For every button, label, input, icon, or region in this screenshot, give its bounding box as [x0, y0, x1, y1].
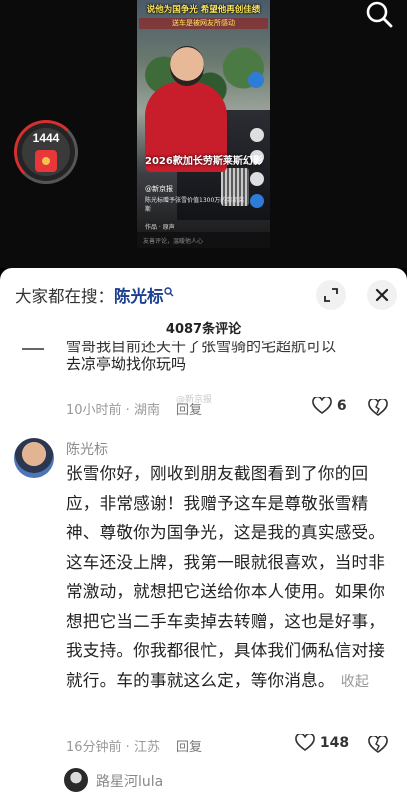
comment-sheet: 大家都在搜：陈光标 4087条评论 雪哥我目前还天千了张雪骑的宅超航可以 去凉亭…: [0, 268, 407, 800]
expand-icon: [324, 288, 338, 302]
search-suggestion-prefix: 大家都在搜：: [15, 287, 114, 306]
video-area[interactable]: 说他为国争光 希望他再创佳绩 送车是被网友所感动 2026款加长劳斯莱斯幻影 @…: [0, 0, 407, 268]
video-banner-top: 说他为国争光 希望他再创佳绩: [146, 5, 261, 15]
expand-button[interactable]: [316, 280, 346, 310]
video-person-head: [170, 46, 204, 86]
previous-comment-time: 10小时前: [66, 403, 122, 418]
video-favorite-icon[interactable]: [250, 172, 264, 186]
previous-comment-line-cut: 雪哥我目前还天千了张雪骑的宅超航可以: [66, 341, 337, 353]
close-button[interactable]: [367, 280, 397, 310]
dislike-icon[interactable]: [368, 736, 388, 754]
comment-text-content: 张雪你好，刚收到朋友截图看到了你的回应，非常感谢！我赠予这车是尊敬张雪精神、尊敬…: [66, 464, 386, 690]
next-comment-author[interactable]: 路星河lula: [96, 771, 163, 791]
video-overlay-title: 2026款加长劳斯莱斯幻影: [145, 156, 263, 167]
red-packet-widget[interactable]: 1444: [14, 120, 78, 184]
search-suggestion[interactable]: 大家都在搜：陈光标: [15, 283, 174, 307]
video-banner-sub: 送车是被网友所感动: [139, 18, 268, 29]
previous-comment-like-count: 6: [336, 398, 347, 414]
close-icon: [375, 288, 389, 302]
video-like-icon[interactable]: [250, 128, 264, 142]
video-author[interactable]: @新京报: [145, 184, 173, 194]
comment-meta: 16分钟前 · 江苏 回复: [66, 740, 202, 755]
small-search-icon: [163, 287, 173, 297]
heart-icon: [312, 397, 332, 414]
video-player[interactable]: 说他为国争光 希望他再创佳绩 送车是被网友所感动 2026款加长劳斯莱斯幻影 @…: [137, 0, 270, 248]
red-envelope-icon: [35, 150, 57, 172]
avatar[interactable]: [14, 438, 54, 478]
search-suggestion-keyword[interactable]: 陈光标: [114, 287, 164, 306]
dislike-icon[interactable]: [368, 399, 388, 417]
collapse-button[interactable]: 收起: [341, 674, 369, 690]
video-author-avatar-icon[interactable]: [248, 72, 264, 88]
comment-like-button[interactable]: 148: [295, 734, 349, 752]
comment-reply-button[interactable]: 回复: [176, 740, 202, 755]
reply-thread-line: [22, 348, 44, 350]
next-comment-avatar[interactable]: [64, 768, 88, 792]
previous-comment-text[interactable]: 雪哥我目前还天千了张雪骑的宅超航可以 去凉亭坳找你玩吗: [66, 341, 336, 376]
comment-count: 4087条评论: [165, 322, 242, 337]
comment-location: 江苏: [133, 740, 160, 755]
previous-comment-reply-button[interactable]: 回复: [176, 403, 202, 418]
previous-comment-line: 去凉亭坳找你玩吗: [66, 355, 187, 373]
comment-like-count: 148: [319, 735, 350, 751]
video-music[interactable]: 作品 · 原声: [145, 222, 175, 231]
heart-icon: [295, 734, 315, 751]
watermark-text: @新京报: [176, 395, 213, 405]
comment-author[interactable]: 陈光标: [66, 439, 108, 459]
video-comment-icon[interactable]: [250, 150, 264, 164]
video-share-icon[interactable]: [250, 194, 264, 208]
red-packet-count: 1444: [32, 131, 60, 145]
previous-comment-location: 湖南: [133, 403, 160, 418]
comment-time: 16分钟前: [66, 740, 122, 755]
previous-comment-like-button[interactable]: 6: [312, 397, 347, 415]
video-description: 陈光标赠予张雪价值1300万的劳斯莱斯: [145, 197, 245, 213]
video-bottom-hint[interactable]: 友善评论，温暖他人心: [137, 232, 270, 248]
search-icon[interactable]: [363, 0, 395, 32]
comment-text[interactable]: 张雪你好，刚收到朋友截图看到了你的回应，非常感谢！我赠予这车是尊敬张雪精神、尊敬…: [66, 459, 399, 697]
